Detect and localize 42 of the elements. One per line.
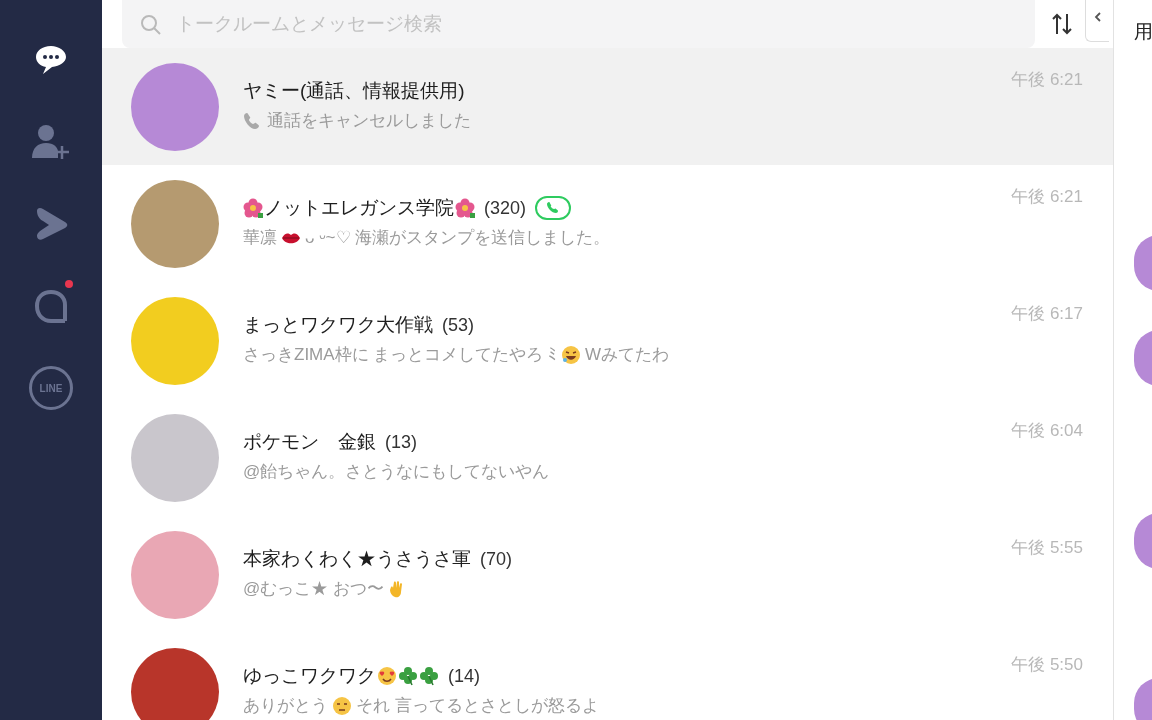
message-text: @飴ちゃん。さとうなにもしてないやん <box>243 461 550 484</box>
message-text: @むっこ★ おつ〜 <box>243 578 384 601</box>
member-count: (70) <box>480 547 512 571</box>
collapse-button[interactable] <box>1085 0 1109 42</box>
hibiscus-icon <box>243 198 263 218</box>
member-count: (320) <box>484 196 527 220</box>
message-text: まっとワクワク大作戦 <box>243 312 433 337</box>
neutral-face-icon <box>332 696 352 716</box>
message-text: ヤミー(通話、情報提供用) <box>243 78 465 103</box>
message-text: ありがとう <box>243 695 328 718</box>
message-text: ゆっこワクワク <box>243 663 376 688</box>
search-icon <box>140 14 162 36</box>
message-time: 午後 6:17 <box>1011 303 1083 325</box>
chat-row[interactable]: ヤミー(通話、情報提供用) 通話をキャンセルしました 午後 6:21 <box>102 48 1113 165</box>
speech-bubble-icon <box>34 44 68 76</box>
message-time: 午後 6:04 <box>1011 420 1083 442</box>
member-count: (14) <box>448 664 480 688</box>
laughing-face-icon <box>561 345 582 365</box>
message-text: ᴗ ᵕ~♡ 海瀬がスタンプを送信しました。 <box>305 227 611 250</box>
message-text: 通話をキャンセルしました <box>267 110 471 133</box>
message-text: Wみてたわ <box>585 344 670 367</box>
message-time: 午後 5:50 <box>1011 654 1083 676</box>
letter-a-icon <box>34 289 68 323</box>
message-text: ノットエレガンス学院 <box>264 195 454 220</box>
clover-icon <box>398 666 418 686</box>
chevron-left-icon <box>1093 11 1102 23</box>
member-count: (53) <box>442 313 474 337</box>
message-time: 午後 6:21 <box>1011 186 1083 208</box>
message-text: 華凛 <box>243 227 277 250</box>
message-text: さっきZIMA枠に まっとコメしてたやろ ﾐ <box>243 344 558 367</box>
heart-eyes-face-icon <box>377 666 397 686</box>
message-time: 午後 6:21 <box>1011 69 1083 91</box>
sort-icon <box>1051 12 1073 36</box>
clover-icon <box>419 666 439 686</box>
hibiscus-icon <box>455 198 475 218</box>
message-text: 本家わくわく★うさうさ軍 <box>243 546 471 571</box>
message-text: ポケモン 金銀 <box>243 429 376 454</box>
message-text: それ 言ってるとさとしが怒るよ <box>356 695 599 718</box>
chat-title: 用 <box>1134 20 1152 44</box>
add-person-icon <box>31 124 71 160</box>
message-time: 午後 5:55 <box>1011 537 1083 559</box>
member-count: (13) <box>385 430 417 454</box>
